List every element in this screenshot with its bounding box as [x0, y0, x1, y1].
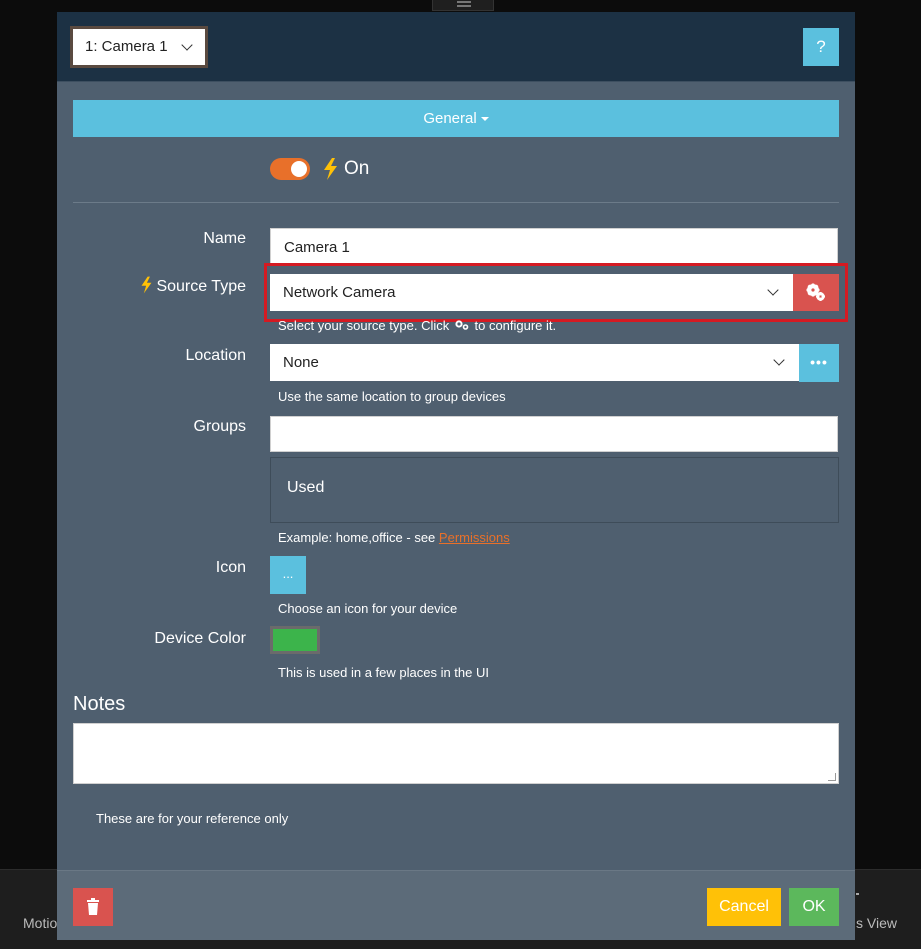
- chevron-down-icon: [181, 39, 193, 51]
- groups-help: Example: home,office - see Permissions: [278, 530, 510, 545]
- lightning-bolt-icon: [324, 158, 337, 180]
- toggle-knob: [291, 161, 307, 177]
- tab-general-dropdown[interactable]: General: [73, 100, 839, 137]
- icon-label: Icon: [215, 559, 246, 576]
- modal-header: 1: Camera 1 ?: [57, 12, 855, 82]
- location-help: Use the same location to group devices: [278, 389, 506, 404]
- icon-help: Choose an icon for your device: [278, 601, 458, 616]
- source-type-help-before: Select your source type. Click: [278, 318, 450, 333]
- source-type-help-after: to configure it.: [474, 318, 557, 333]
- resize-grip-icon[interactable]: [828, 773, 836, 781]
- enabled-label: On: [344, 158, 370, 179]
- location-label: Location: [185, 347, 247, 364]
- caret-down-icon: [480, 117, 489, 122]
- groups-used-label: Used: [287, 479, 325, 496]
- chevron-down-icon: [773, 354, 785, 366]
- tab-general-label: General: [423, 110, 477, 127]
- chevron-down-icon: [767, 284, 779, 296]
- choose-icon-button[interactable]: ...: [270, 556, 306, 594]
- name-input-value: Camera 1: [284, 239, 350, 256]
- monitor-settings-modal: 1: Camera 1 ? General On Name Camera 1 S…: [57, 12, 855, 940]
- modal-footer: Cancel OK: [57, 870, 855, 940]
- groups-input[interactable]: [270, 416, 838, 452]
- source-type-help: Select your source type. Click to config…: [278, 318, 556, 333]
- background-menu-button: [432, 0, 494, 11]
- background-tick: [856, 893, 859, 895]
- notes-help: These are for your reference only: [96, 811, 289, 826]
- notes-textarea[interactable]: [73, 723, 839, 784]
- help-button[interactable]: ?: [803, 28, 839, 66]
- configure-source-button[interactable]: [793, 274, 839, 311]
- source-type-label-wrap: Source Type: [70, 276, 246, 296]
- monitor-select-value: 1: Camera 1: [85, 38, 168, 55]
- background-right-label: s View: [856, 915, 897, 931]
- device-color-help: This is used in a few places in the UI: [278, 665, 489, 680]
- monitor-select[interactable]: 1: Camera 1: [70, 26, 208, 68]
- source-type-label: Source Type: [156, 278, 246, 295]
- lightning-bolt-icon: [141, 276, 152, 294]
- delete-button[interactable]: [73, 888, 113, 926]
- name-label: Name: [203, 230, 246, 247]
- ok-button[interactable]: OK: [789, 888, 839, 926]
- device-color-label: Device Color: [154, 630, 246, 647]
- groups-help-prefix: Example: home,office - see: [278, 530, 436, 545]
- location-select[interactable]: None: [270, 344, 799, 381]
- enabled-toggle[interactable]: [270, 158, 310, 180]
- permissions-link[interactable]: Permissions: [439, 530, 510, 545]
- section-divider: [73, 202, 839, 203]
- location-more-button[interactable]: •••: [799, 344, 839, 382]
- groups-label: Groups: [193, 418, 246, 435]
- name-input[interactable]: Camera 1: [270, 228, 838, 264]
- cancel-button[interactable]: Cancel: [707, 888, 781, 926]
- notes-label: Notes: [73, 693, 126, 715]
- location-value: None: [283, 354, 319, 371]
- cogs-icon: [455, 320, 469, 330]
- device-color-swatch[interactable]: [270, 626, 320, 654]
- background-left-label: Motio: [23, 915, 58, 931]
- trash-icon: [87, 898, 99, 915]
- source-type-select[interactable]: Network Camera: [270, 274, 793, 311]
- cogs-icon: [806, 283, 825, 301]
- source-type-value: Network Camera: [283, 284, 396, 301]
- hamburger-icon: [457, 1, 471, 7]
- groups-used-box: Used: [270, 457, 839, 523]
